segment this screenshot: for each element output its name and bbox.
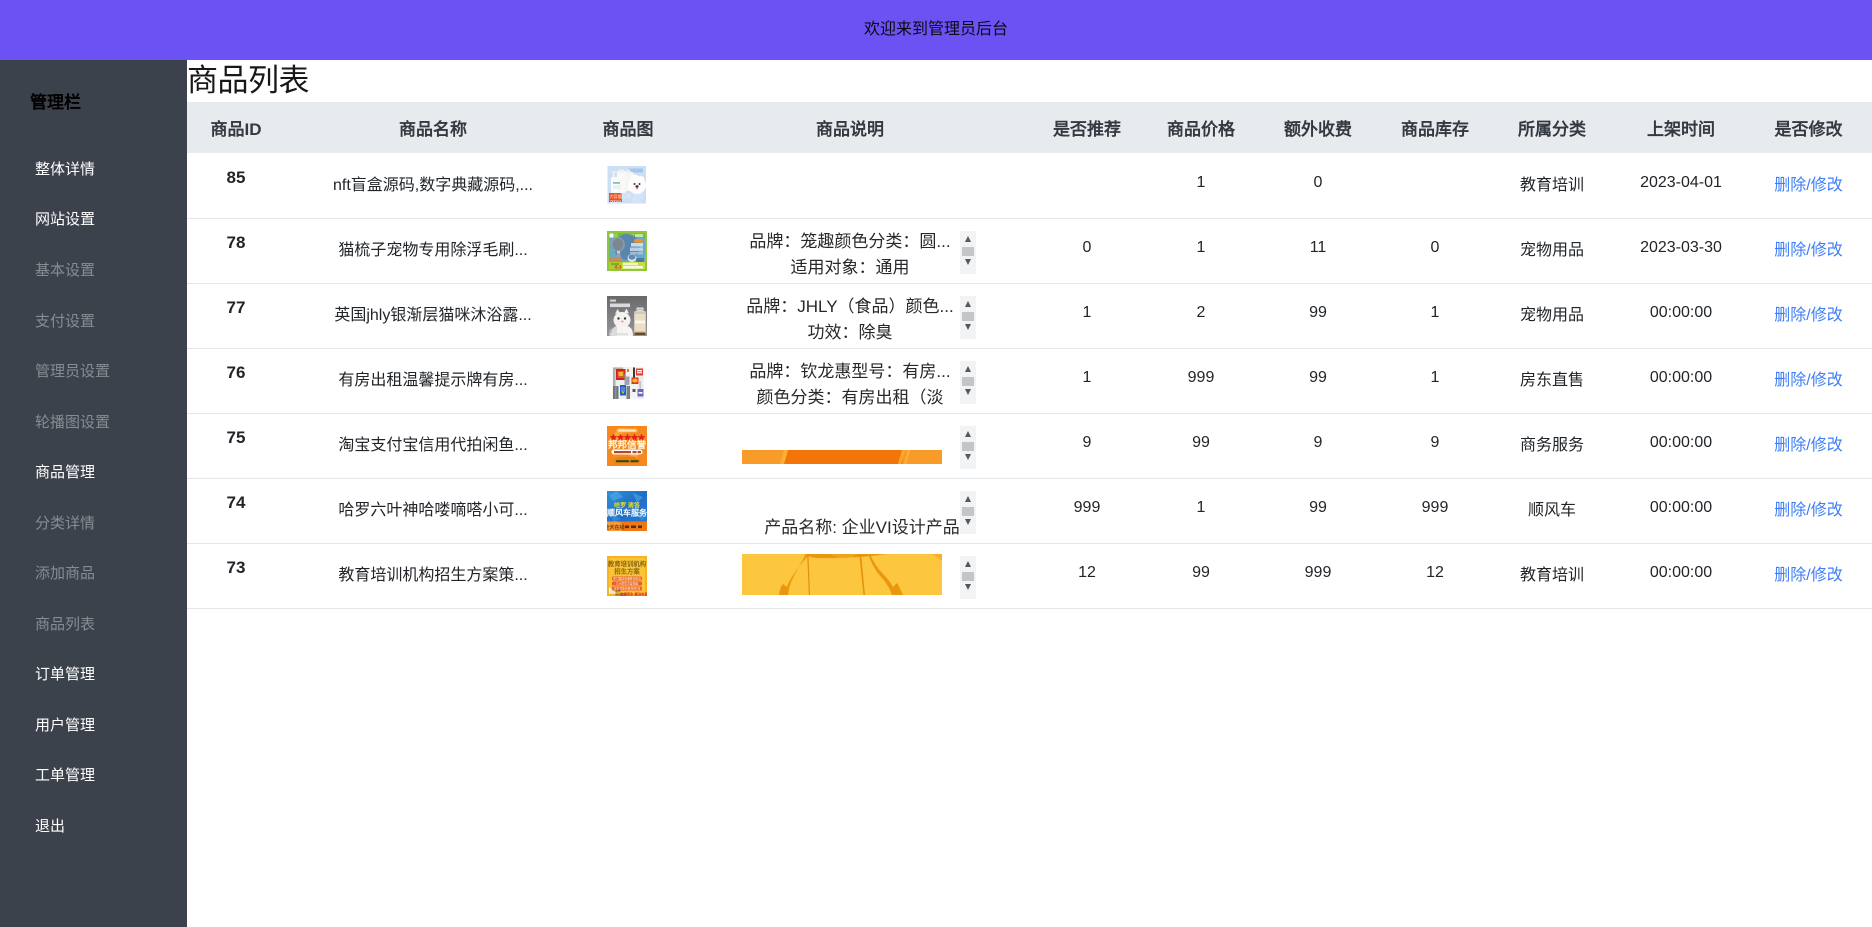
svg-text:全天在线: 全天在线 xyxy=(607,523,625,530)
svg-text:500ml: 500ml xyxy=(610,200,620,204)
svg-text:6.3: 6.3 xyxy=(615,264,622,269)
svg-text:邦邦信誉: 邦邦信誉 xyxy=(608,439,647,451)
svg-text:顺风车服务: 顺风车服务 xyxy=(607,507,647,517)
svg-text:教育培训机构: 教育培训机构 xyxy=(608,559,647,568)
svg-text:招生方案: 招生方案 xyxy=(614,566,640,575)
svg-text:实现招生 解决生源: 实现招生 解决生源 xyxy=(620,591,647,596)
svg-text:三大招生方案任选: 三大招生方案任选 xyxy=(616,581,639,585)
svg-text:掉毛: 掉毛 xyxy=(631,198,641,205)
svg-text:老门面试听课转化率高: 老门面试听课转化率高 xyxy=(613,576,641,580)
